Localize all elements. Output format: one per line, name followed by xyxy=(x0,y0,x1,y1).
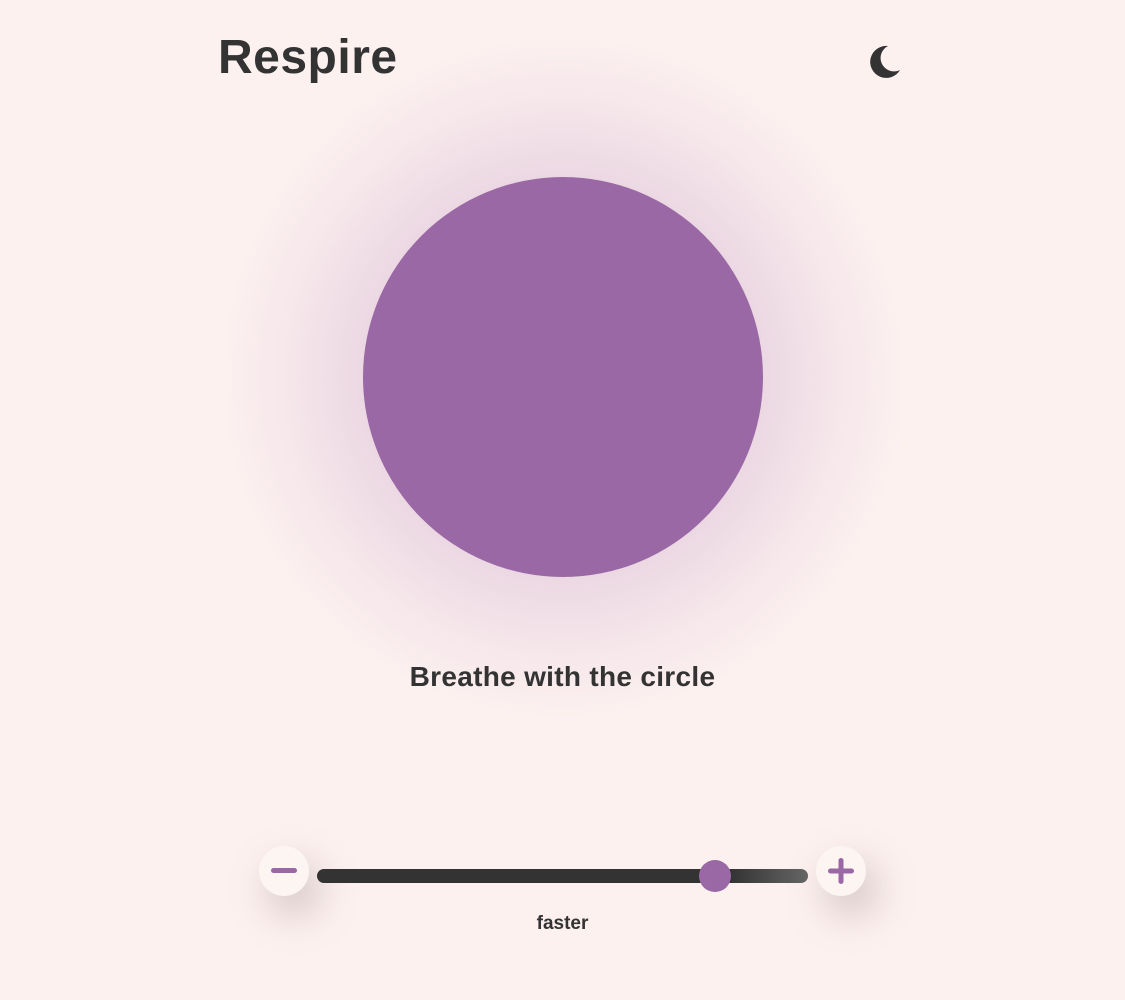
speed-slider-track[interactable] xyxy=(317,869,808,883)
plus-icon xyxy=(828,858,854,884)
theme-toggle-button[interactable] xyxy=(864,42,904,82)
speed-label: faster xyxy=(536,913,589,934)
app-title: Respire xyxy=(218,31,398,84)
increase-speed-button[interactable] xyxy=(816,846,866,896)
moon-icon xyxy=(870,45,900,78)
minus-icon xyxy=(271,868,297,873)
decrease-speed-button[interactable] xyxy=(259,846,309,896)
speed-slider-thumb[interactable] xyxy=(698,860,731,892)
breath-instruction: Breathe with the circle xyxy=(409,661,716,692)
breath-circle xyxy=(363,177,763,577)
